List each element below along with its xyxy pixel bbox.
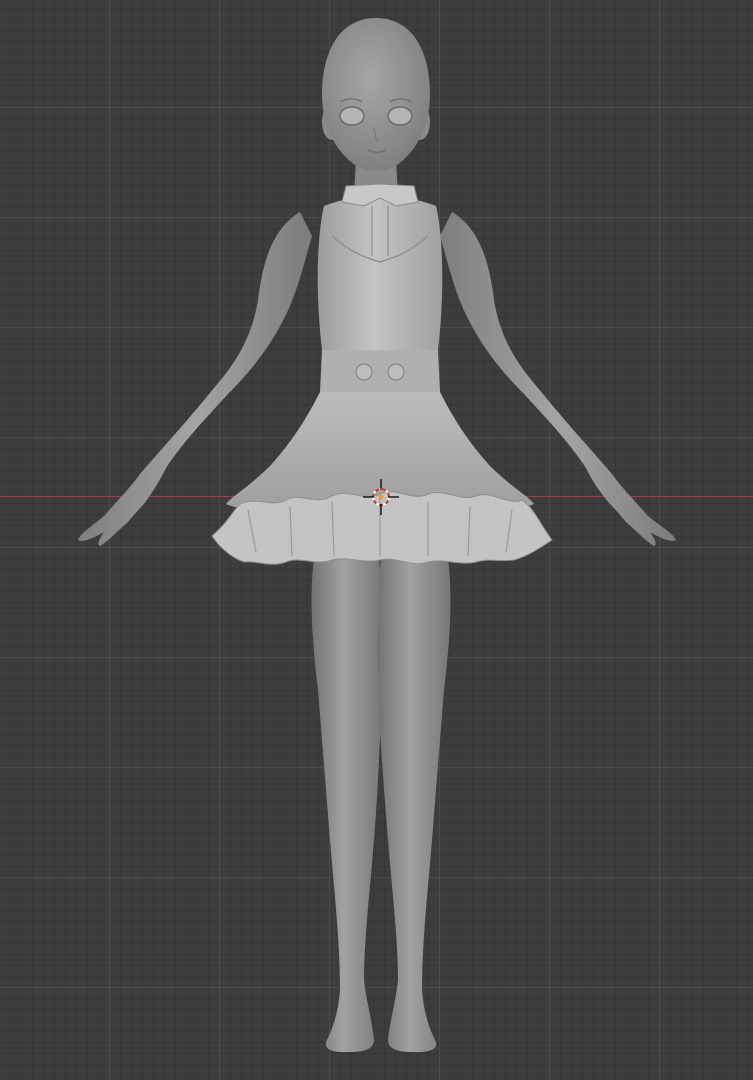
3d-viewport[interactable] [0,0,753,1080]
legs [311,545,451,1053]
dress-bodice [317,183,443,350]
button-right [387,363,405,381]
waist-band [320,350,440,392]
head [322,18,430,171]
button-left [355,363,373,381]
left-eye [339,106,365,126]
3d-cursor-icon[interactable] [362,478,400,516]
character-model[interactable] [0,0,753,1080]
right-eye [387,106,413,126]
